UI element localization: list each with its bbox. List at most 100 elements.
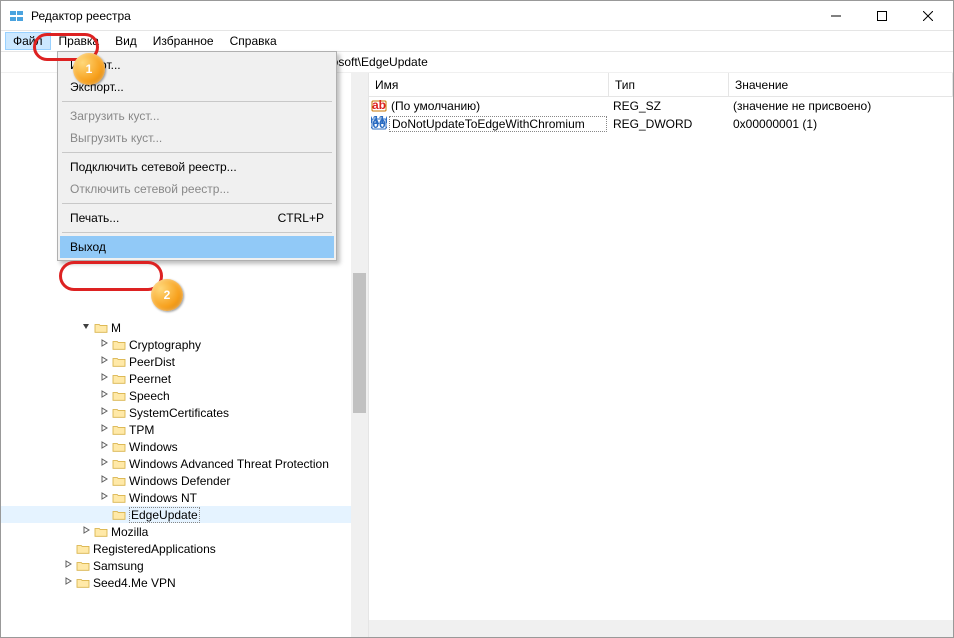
folder-icon bbox=[75, 559, 91, 573]
tree-item[interactable]: Windows NT bbox=[1, 489, 368, 506]
tree-item[interactable]: TPM bbox=[1, 421, 368, 438]
folder-icon bbox=[111, 355, 127, 369]
values-pane[interactable]: Имя Тип Значение ab(По умолчанию)REG_SZ(… bbox=[369, 73, 953, 637]
expand-icon[interactable] bbox=[97, 423, 111, 436]
menu-item-отключить-сетевой-реестр-: Отключить сетевой реестр... bbox=[60, 178, 334, 200]
tree-item[interactable]: Windows Defender bbox=[1, 472, 368, 489]
menu-edit[interactable]: Правка bbox=[51, 32, 108, 50]
file-dropdown-menu: Импорт... Экспорт... Загрузить куст... Выгр… bbox=[57, 51, 337, 261]
folder-icon bbox=[111, 423, 127, 437]
menu-item-label: Отключить сетевой реестр... bbox=[70, 182, 229, 196]
folder-icon bbox=[111, 474, 127, 488]
value-type: REG_SZ bbox=[607, 99, 727, 113]
menu-favorites[interactable]: Избранное bbox=[145, 32, 222, 50]
menu-help[interactable]: Справка bbox=[222, 32, 285, 50]
tree-item[interactable]: M bbox=[1, 319, 368, 336]
menu-item-label: Экспорт... bbox=[70, 80, 124, 94]
menu-view[interactable]: Вид bbox=[107, 32, 145, 50]
tree-item-label: RegisteredApplications bbox=[93, 542, 216, 556]
tree-item[interactable]: Speech bbox=[1, 387, 368, 404]
menu-item-экспорт-[interactable]: Экспорт... bbox=[60, 76, 334, 98]
folder-icon bbox=[111, 491, 127, 505]
tree-item-label: TPM bbox=[129, 423, 154, 437]
close-button[interactable] bbox=[905, 1, 951, 30]
maximize-button[interactable] bbox=[859, 1, 905, 30]
menu-item-импорт-[interactable]: Импорт... bbox=[60, 54, 334, 76]
expand-icon[interactable] bbox=[97, 355, 111, 368]
expand-icon[interactable] bbox=[79, 525, 93, 538]
column-type[interactable]: Тип bbox=[609, 73, 729, 96]
expand-icon[interactable] bbox=[97, 491, 111, 504]
tree-item[interactable]: Cryptography bbox=[1, 336, 368, 353]
tree-item[interactable]: EdgeUpdate bbox=[1, 506, 368, 523]
menu-item-label: Выход bbox=[70, 240, 106, 254]
column-value[interactable]: Значение bbox=[729, 73, 953, 96]
tree-item-label: Mozilla bbox=[111, 525, 148, 539]
tree-item-label: Windows Advanced Threat Protection bbox=[129, 457, 329, 471]
column-name[interactable]: Имя bbox=[369, 73, 609, 96]
menu-item-выход[interactable]: Выход bbox=[60, 236, 334, 258]
value-row[interactable]: ab(По умолчанию)REG_SZ(значение не присв… bbox=[369, 97, 953, 115]
tree-item-label: Windows NT bbox=[129, 491, 197, 505]
tree-item[interactable]: Peernet bbox=[1, 370, 368, 387]
folder-icon bbox=[75, 576, 91, 590]
folder-icon bbox=[111, 338, 127, 352]
minimize-button[interactable] bbox=[813, 1, 859, 30]
menu-item-shortcut: CTRL+P bbox=[278, 211, 324, 225]
menu-item-label: Печать... bbox=[70, 211, 119, 225]
menu-separator bbox=[62, 203, 332, 204]
expand-icon[interactable] bbox=[97, 406, 111, 419]
values-hscrollbar[interactable] bbox=[369, 620, 953, 637]
expand-icon[interactable] bbox=[97, 338, 111, 351]
tree-item[interactable]: SystemCertificates bbox=[1, 404, 368, 421]
folder-icon bbox=[111, 406, 127, 420]
expand-icon[interactable] bbox=[97, 474, 111, 487]
folder-icon bbox=[111, 457, 127, 471]
menu-separator bbox=[62, 232, 332, 233]
tree-item-label: Peernet bbox=[129, 372, 171, 386]
expand-icon[interactable] bbox=[97, 389, 111, 402]
tree-item-label: Speech bbox=[129, 389, 170, 403]
tree-item-label: PeerDist bbox=[129, 355, 175, 369]
expand-icon[interactable] bbox=[97, 440, 111, 453]
collapse-icon[interactable] bbox=[79, 321, 93, 334]
column-headers: Имя Тип Значение bbox=[369, 73, 953, 97]
value-type: REG_DWORD bbox=[607, 117, 727, 131]
expand-icon[interactable] bbox=[61, 576, 75, 589]
value-data: 0x00000001 (1) bbox=[727, 117, 953, 131]
menu-item-загрузить-куст-: Загрузить куст... bbox=[60, 105, 334, 127]
tree-item-label: Windows bbox=[129, 440, 178, 454]
tree-item-label: Seed4.Me VPN bbox=[93, 576, 176, 590]
value-name: (По умолчанию) bbox=[389, 99, 607, 113]
menu-item-label: Загрузить куст... bbox=[70, 109, 160, 123]
menu-file[interactable]: Файл bbox=[5, 32, 51, 50]
menu-item-label: Выгрузить куст... bbox=[70, 131, 162, 145]
menu-item-печать-[interactable]: Печать... CTRL+P bbox=[60, 207, 334, 229]
expand-icon[interactable] bbox=[97, 372, 111, 385]
tree-item[interactable]: Windows bbox=[1, 438, 368, 455]
value-row[interactable]: 01101001DoNotUpdateToEdgeWithChromiumREG… bbox=[369, 115, 953, 133]
menu-item-выгрузить-куст-: Выгрузить куст... bbox=[60, 127, 334, 149]
tree-item[interactable]: Mozilla bbox=[1, 523, 368, 540]
menu-item-label: Импорт... bbox=[70, 58, 121, 72]
folder-icon bbox=[111, 440, 127, 454]
menu-separator bbox=[62, 101, 332, 102]
window-buttons bbox=[813, 1, 951, 30]
tree-item[interactable]: RegisteredApplications bbox=[1, 540, 368, 557]
tree-item[interactable]: Seed4.Me VPN bbox=[1, 574, 368, 591]
tree-item-label: Samsung bbox=[93, 559, 144, 573]
tree-scrollbar-thumb[interactable] bbox=[353, 273, 366, 413]
tree-scrollbar-track[interactable] bbox=[351, 73, 368, 637]
window-title: Редактор реестра bbox=[31, 9, 813, 23]
expand-icon[interactable] bbox=[61, 559, 75, 572]
tree-item[interactable]: Samsung bbox=[1, 557, 368, 574]
folder-icon bbox=[93, 321, 109, 335]
tree-item[interactable]: Windows Advanced Threat Protection bbox=[1, 455, 368, 472]
tree-item[interactable]: PeerDist bbox=[1, 353, 368, 370]
titlebar: Редактор реестра bbox=[1, 1, 953, 31]
menu-item-label: Подключить сетевой реестр... bbox=[70, 160, 237, 174]
expand-icon[interactable] bbox=[97, 457, 111, 470]
tree-item-label: Windows Defender bbox=[129, 474, 230, 488]
string-value-icon: ab bbox=[369, 98, 389, 114]
menu-item-подключить-сетевой-реестр-[interactable]: Подключить сетевой реестр... bbox=[60, 156, 334, 178]
